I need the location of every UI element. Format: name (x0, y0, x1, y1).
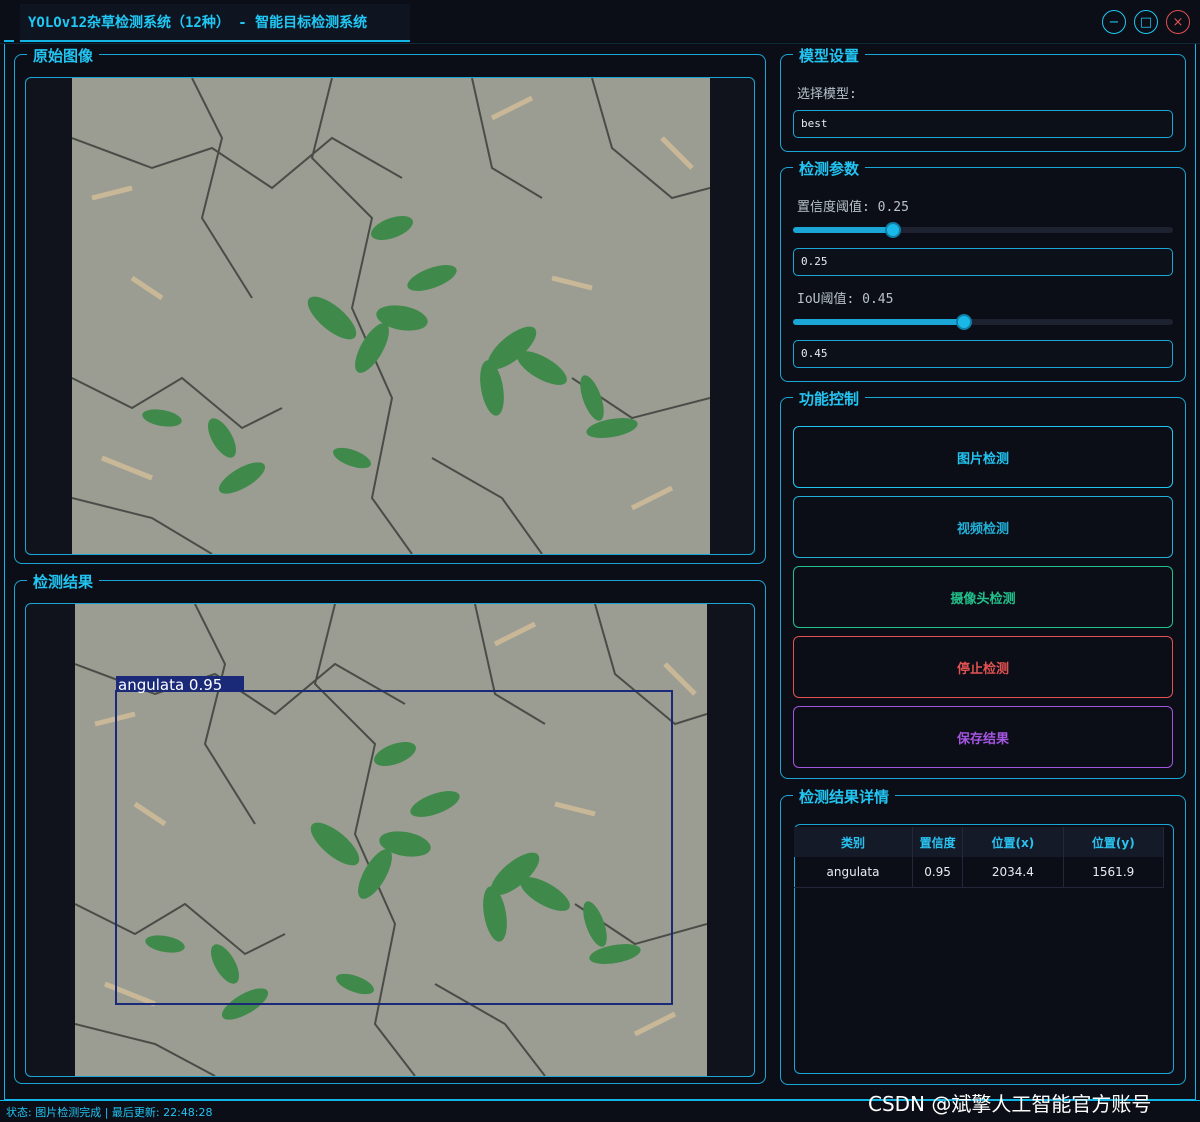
title-bar: YOLOv12杂草检测系统（12种） - 智能目标检测系统 − □ × (0, 0, 1200, 44)
weed-photo-original (72, 78, 710, 554)
stop-detect-button[interactable]: 停止检测 (793, 636, 1173, 698)
image-detect-button[interactable]: 图片检测 (793, 426, 1173, 488)
detection-params-panel: 检测参数 置信度阈值: 0.25 0.25 IoU阈值: 0.45 0.45 (780, 158, 1186, 382)
column-header-x[interactable]: 位置(x) (962, 827, 1064, 857)
original-image (72, 78, 710, 554)
original-image-panel: 原始图像 (14, 45, 766, 564)
cell-x: 2034.4 (962, 857, 1064, 888)
iou-slider-fill (793, 319, 964, 325)
result-image-frame: angulata 0.95 (25, 603, 755, 1077)
watermark: CSDN @斌擎人工智能官方账号 (868, 1092, 1152, 1116)
cell-class: angulata (794, 857, 913, 888)
result-image: angulata 0.95 (75, 604, 707, 1076)
maximize-button[interactable]: □ (1134, 10, 1158, 34)
model-settings-panel: 模型设置 选择模型: best (780, 45, 1186, 152)
model-settings-title: 模型设置 (793, 45, 866, 66)
table-header-row: 类别 置信度 位置(x) 位置(y) (794, 827, 1165, 857)
cell-y: 1561.9 (1063, 857, 1165, 888)
detection-label: angulata 0.95 (118, 676, 222, 694)
column-header-class[interactable]: 类别 (794, 827, 913, 857)
camera-detect-button[interactable]: 摄像头检测 (793, 566, 1173, 628)
column-header-confidence[interactable]: 置信度 (912, 827, 964, 857)
title-accent (4, 40, 14, 42)
iou-input[interactable]: 0.45 (793, 340, 1173, 368)
save-results-button[interactable]: 保存结果 (793, 706, 1173, 768)
iou-label: IoU阈值: 0.45 (797, 292, 894, 307)
confidence-input[interactable]: 0.25 (793, 248, 1173, 276)
function-control-title: 功能控制 (793, 388, 866, 409)
original-image-frame (25, 77, 755, 555)
results-table: 类别 置信度 位置(x) 位置(y) angulata 0.95 2034.4 … (794, 827, 1165, 888)
video-detect-button[interactable]: 视频检测 (793, 496, 1173, 558)
iou-slider[interactable] (793, 314, 1173, 330)
select-model-label: 选择模型: (797, 87, 857, 102)
close-button[interactable]: × (1166, 10, 1190, 34)
original-image-title: 原始图像 (27, 45, 100, 66)
minimize-button[interactable]: − (1102, 10, 1126, 34)
column-header-y[interactable]: 位置(y) (1063, 827, 1165, 857)
results-detail-panel: 检测结果详情 类别 置信度 位置(x) 位置(y) angulata 0.95 … (780, 786, 1186, 1085)
confidence-label: 置信度阈值: 0.25 (797, 200, 909, 215)
result-image-panel: 检测结果 angulata 0.95 (14, 571, 766, 1084)
result-image-title: 检测结果 (27, 571, 100, 592)
function-control-panel: 功能控制 图片检测 视频检测 摄像头检测 停止检测 保存结果 (780, 388, 1186, 779)
model-select[interactable]: best (793, 110, 1173, 138)
iou-slider-handle[interactable] (956, 314, 972, 330)
confidence-slider-fill (793, 227, 893, 233)
cell-confidence: 0.95 (912, 857, 964, 888)
detection-params-title: 检测参数 (793, 158, 866, 179)
results-detail-title: 检测结果详情 (793, 786, 896, 807)
confidence-slider[interactable] (793, 222, 1173, 238)
weed-photo-result: angulata 0.95 (75, 604, 707, 1076)
table-row[interactable]: angulata 0.95 2034.4 1561.9 (794, 857, 1165, 888)
window-title: YOLOv12杂草检测系统（12种） - 智能目标检测系统 (20, 4, 410, 42)
confidence-slider-handle[interactable] (885, 222, 901, 238)
